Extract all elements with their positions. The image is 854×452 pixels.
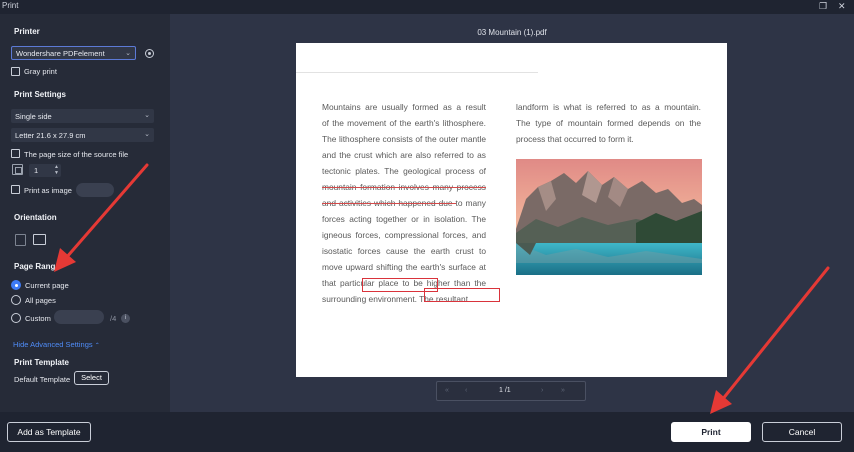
paragraph-line: of the movement of the earth's lithosphe…	[322, 118, 486, 128]
print-as-image-label: Print as image	[24, 186, 72, 195]
copies-value: 1	[34, 166, 39, 175]
stepper-arrows-icon[interactable]: ▲ ▼	[54, 164, 59, 176]
close-icon[interactable]: ✕	[838, 1, 846, 11]
source-page-size-checkbox[interactable]	[11, 149, 20, 158]
orientation-heading: Orientation	[14, 213, 57, 222]
current-page-radio[interactable]	[11, 280, 21, 290]
previous-page-icon[interactable]: ‹	[465, 387, 467, 394]
printer-select-value: Wondershare PDFelement	[16, 49, 105, 58]
paragraph-line: forces acting together or in isolation. …	[322, 214, 486, 224]
custom-range-radio[interactable]	[11, 313, 21, 323]
strikethrough-line	[322, 203, 456, 204]
printer-select[interactable]: Wondershare PDFelement ⌄	[11, 46, 136, 60]
strikethrough-line	[322, 187, 486, 188]
custom-range-label: Custom	[25, 314, 51, 323]
paper-size-select[interactable]: Letter 21.6 x 27.9 cm ⌄	[11, 128, 154, 142]
default-template-label: Default Template	[14, 375, 71, 384]
chevron-down-icon: ⌄	[144, 112, 150, 119]
paragraph-line: process that occurred to form it.	[516, 134, 634, 144]
custom-range-total: /4	[110, 314, 117, 323]
hide-advanced-settings-label: Hide Advanced Settings	[13, 340, 93, 349]
portrait-icon[interactable]	[15, 234, 26, 246]
last-page-icon[interactable]: »	[561, 387, 565, 394]
chevron-down-icon: ⌄	[144, 131, 150, 138]
file-name: 03 Mountain (1).pdf	[477, 28, 547, 37]
text-column-right: landform is what is referred to as a mou…	[516, 99, 701, 147]
paper-size-value: Letter 21.6 x 27.9 cm	[15, 131, 86, 140]
print-template-heading: Print Template	[14, 358, 69, 367]
paragraph-line: and the crust which are also referred to…	[322, 150, 486, 160]
highlight-box	[424, 288, 500, 302]
paragraph-line: isostatic forces cause the earth crust t…	[322, 246, 486, 256]
page-navigator: « ‹ 1 /1 › »	[436, 381, 586, 401]
page-indicator: 1 /1	[499, 387, 511, 394]
paragraph-line: The lithosphere consists of the outer ma…	[322, 134, 486, 144]
select-template-button[interactable]: Select	[74, 371, 109, 385]
mountain-photo	[516, 159, 702, 275]
info-icon[interactable]: i	[121, 314, 130, 323]
header-divider	[296, 72, 538, 73]
page-range-heading: Page Range	[14, 262, 60, 271]
current-page-label: Current page	[25, 281, 69, 290]
copies-stepper[interactable]: 1 ▲ ▼	[29, 164, 61, 177]
add-as-template-button[interactable]: Add as Template	[7, 422, 91, 442]
restore-icon[interactable]: ❐	[819, 1, 827, 11]
hide-advanced-settings-link[interactable]: Hide Advanced Settings ⌃	[13, 340, 100, 349]
cancel-button[interactable]: Cancel	[762, 422, 842, 442]
paragraph-line: The type of mountain formed depends on t…	[516, 118, 701, 128]
source-page-size-label: The page size of the source file	[24, 150, 129, 159]
printer-heading: Printer	[14, 27, 40, 36]
printer-properties-icon[interactable]	[145, 49, 154, 58]
custom-range-input	[54, 310, 104, 324]
gray-print-label: Gray print	[24, 67, 57, 76]
landscape-icon[interactable]	[33, 234, 46, 245]
preview-area: 03 Mountain (1).pdf Mountains are usuall…	[170, 14, 854, 412]
paragraph-line: Mountains are usually formed as a result	[322, 102, 486, 112]
preview-page: Mountains are usually formed as a result…	[296, 43, 727, 377]
action-bar: Add as Template Print Cancel	[0, 412, 854, 452]
sides-select-value: Single side	[15, 112, 52, 121]
paragraph-line: tectonic plates. The geological process …	[322, 166, 486, 176]
image-quality-field	[76, 183, 114, 197]
next-page-icon[interactable]: ›	[541, 387, 543, 394]
title-bar: Print ❐ ✕	[0, 0, 854, 14]
all-pages-label: All pages	[25, 296, 56, 305]
print-settings-heading: Print Settings	[14, 90, 67, 99]
all-pages-radio[interactable]	[11, 295, 21, 305]
print-button[interactable]: Print	[671, 422, 751, 442]
settings-panel: Printer Wondershare PDFelement ⌄ Gray pr…	[0, 14, 170, 412]
print-as-image-checkbox[interactable]	[11, 185, 20, 194]
paragraph-line: landform is what is referred to as a mou…	[516, 102, 701, 112]
gray-print-checkbox[interactable]	[11, 67, 20, 76]
window-title: Print	[2, 1, 19, 10]
chevron-up-icon: ⌃	[94, 343, 100, 349]
first-page-icon[interactable]: «	[445, 387, 449, 394]
sides-select[interactable]: Single side ⌄	[11, 109, 154, 123]
copies-icon	[12, 164, 23, 175]
paragraph-line: igneous forces, compressional forces, an…	[322, 230, 486, 240]
chevron-down-icon: ⌄	[125, 50, 131, 57]
paragraph-line: move upward shifting the earth's surface…	[322, 262, 486, 272]
